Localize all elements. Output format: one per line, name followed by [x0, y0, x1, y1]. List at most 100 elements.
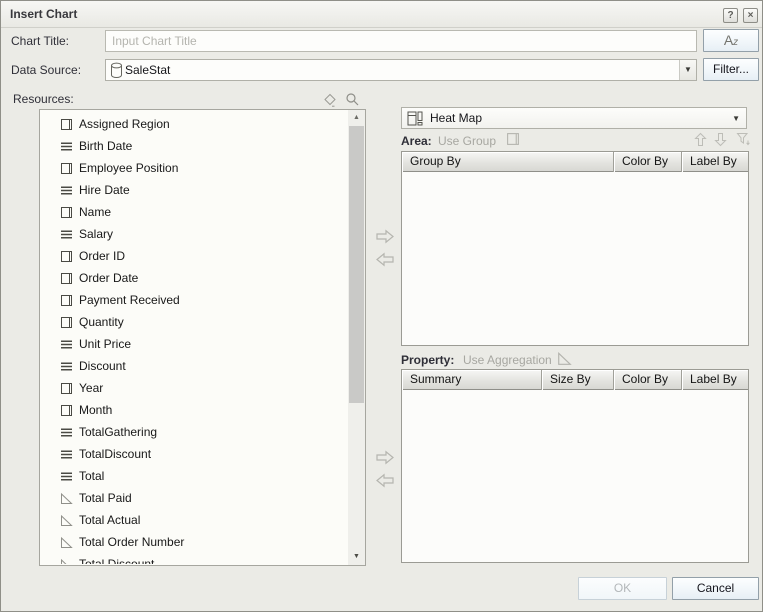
- list-item[interactable]: Name: [41, 201, 347, 223]
- database-icon: [110, 62, 123, 82]
- filter-sort-icon[interactable]: [736, 132, 750, 148]
- resources-label: Resources:: [13, 92, 74, 106]
- area-label: Area:: [401, 134, 432, 148]
- list-item-label: Hire Date: [79, 183, 130, 197]
- list-item-label: Payment Received: [79, 293, 180, 307]
- area-grid-body: [402, 172, 748, 345]
- calculated-field-icon: [60, 492, 73, 505]
- column-header-size-by: Size By: [542, 370, 614, 390]
- list-item-label: Year: [79, 381, 103, 395]
- column-field-icon: [60, 382, 73, 395]
- move-down-icon[interactable]: [714, 132, 728, 148]
- font-style-icon: Az: [704, 30, 758, 53]
- area-grid-header: Group By Color By Label By: [402, 152, 748, 172]
- search-icon[interactable]: [345, 92, 360, 110]
- data-source-label: Data Source:: [11, 63, 81, 77]
- list-item[interactable]: Employee Position: [41, 157, 347, 179]
- list-item[interactable]: Total Discount: [41, 553, 347, 564]
- list-item[interactable]: Total Paid: [41, 487, 347, 509]
- list-item[interactable]: Order Date: [41, 267, 347, 289]
- help-icon: ?: [727, 10, 733, 21]
- list-item[interactable]: Month: [41, 399, 347, 421]
- column-field-icon: [60, 162, 73, 175]
- property-label: Property:: [401, 353, 454, 367]
- list-item-label: Assigned Region: [79, 117, 170, 131]
- move-right-button-property[interactable]: [375, 450, 396, 465]
- list-field-icon: [60, 228, 73, 241]
- column-field-icon: [60, 404, 73, 417]
- scroll-up-icon[interactable]: ▲: [348, 110, 365, 126]
- font-style-button[interactable]: Az: [703, 29, 759, 52]
- list-item[interactable]: TotalGathering: [41, 421, 347, 443]
- data-source-dropdown-button[interactable]: ▼: [679, 60, 696, 80]
- use-group-checkbox[interactable]: [506, 132, 520, 146]
- move-left-button-area[interactable]: [375, 252, 396, 267]
- chart-title-input[interactable]: [105, 30, 697, 52]
- area-grid: Group By Color By Label By: [401, 151, 749, 346]
- list-field-icon: [60, 448, 73, 461]
- calculated-field-icon: [60, 558, 73, 565]
- use-aggregation-label: Use Aggregation: [463, 353, 552, 367]
- move-right-button-area[interactable]: [375, 229, 396, 244]
- list-item-label: Order Date: [79, 271, 138, 285]
- list-item[interactable]: Hire Date: [41, 179, 347, 201]
- close-icon: ×: [748, 10, 754, 21]
- dialog-titlebar[interactable]: Insert Chart: [1, 1, 762, 28]
- column-header-label-by: Label By: [682, 152, 748, 172]
- list-item[interactable]: Unit Price: [41, 333, 347, 355]
- resources-listbox: Assigned Region Birth Date Employee Positi…: [39, 109, 366, 566]
- list-item-label: Total Discount: [79, 557, 154, 564]
- chart-title-label: Chart Title:: [11, 34, 69, 48]
- column-field-icon: [60, 206, 73, 219]
- list-field-icon: [60, 140, 73, 153]
- list-item-label: Discount: [79, 359, 126, 373]
- list-item[interactable]: Total Actual: [41, 509, 347, 531]
- list-item-label: Employee Position: [79, 161, 178, 175]
- chevron-down-icon: ▼: [732, 108, 740, 129]
- list-item[interactable]: Payment Received: [41, 289, 347, 311]
- list-item[interactable]: Salary: [41, 223, 347, 245]
- help-button[interactable]: ?: [723, 8, 738, 23]
- list-item[interactable]: Total Order Number: [41, 531, 347, 553]
- scrollbar-thumb[interactable]: [349, 126, 364, 403]
- list-item[interactable]: Quantity: [41, 311, 347, 333]
- resources-list-items: Assigned Region Birth Date Employee Positi…: [41, 111, 347, 564]
- cancel-button-label: Cancel: [697, 581, 734, 595]
- move-up-icon[interactable]: [694, 132, 708, 148]
- column-header-group-by: Group By: [402, 152, 614, 172]
- list-item-label: Salary: [79, 227, 113, 241]
- move-left-button-property[interactable]: [375, 473, 396, 488]
- list-item-label: Unit Price: [79, 337, 131, 351]
- list-item-label: TotalDiscount: [79, 447, 151, 461]
- list-field-icon: [60, 426, 73, 439]
- list-item-label: Name: [79, 205, 111, 219]
- list-item[interactable]: Total: [41, 465, 347, 487]
- list-item[interactable]: Order ID: [41, 245, 347, 267]
- cancel-button[interactable]: Cancel: [672, 577, 759, 600]
- column-field-icon: [60, 118, 73, 131]
- list-item-label: Order ID: [79, 249, 125, 263]
- ok-button-label: OK: [614, 581, 631, 595]
- list-field-icon: [60, 470, 73, 483]
- list-item-label: Total Paid: [79, 491, 132, 505]
- data-source-combobox[interactable]: SaleStat ▼: [105, 59, 697, 81]
- list-field-icon: [60, 360, 73, 373]
- property-grid: Summary Size By Color By Label By: [401, 369, 749, 563]
- list-item[interactable]: Assigned Region: [41, 113, 347, 135]
- column-field-icon: [60, 250, 73, 263]
- resources-scrollbar[interactable]: ▲ ▼: [348, 110, 365, 565]
- insert-chart-dialog: Insert Chart ? × Chart Title: Az Data So…: [0, 0, 763, 612]
- column-header-label-by: Label By: [682, 370, 748, 390]
- use-aggregation-icon[interactable]: [557, 351, 571, 365]
- scroll-down-icon[interactable]: ▼: [348, 549, 365, 565]
- chart-type-combobox[interactable]: Heat Map ▼: [401, 107, 747, 129]
- dialog-title: Insert Chart: [10, 1, 77, 27]
- ok-button[interactable]: OK: [578, 577, 667, 600]
- list-item[interactable]: Birth Date: [41, 135, 347, 157]
- list-item[interactable]: Discount: [41, 355, 347, 377]
- filter-button[interactable]: Filter...: [703, 58, 759, 81]
- list-item[interactable]: TotalDiscount: [41, 443, 347, 465]
- close-button[interactable]: ×: [743, 8, 758, 23]
- list-item[interactable]: Year: [41, 377, 347, 399]
- list-item-label: Total Order Number: [79, 535, 184, 549]
